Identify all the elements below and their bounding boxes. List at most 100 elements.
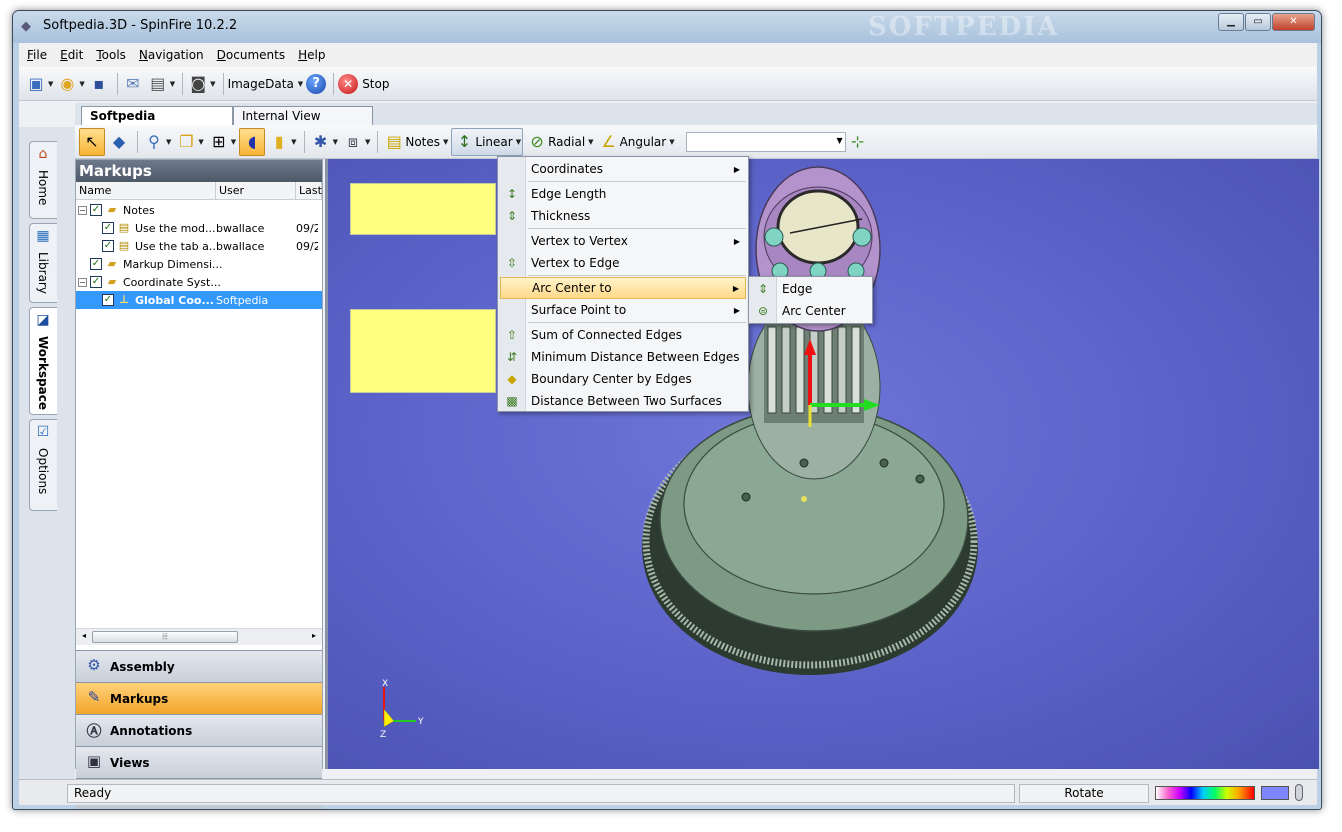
visibility-checkbox[interactable]: ✓ xyxy=(90,258,102,270)
visibility-checkbox[interactable]: ✓ xyxy=(102,294,114,306)
menu-distance-two-surfaces[interactable]: ▩ Distance Between Two Surfaces xyxy=(500,390,746,412)
menu-coordinates[interactable]: Coordinates ▶ xyxy=(500,158,746,180)
shading-button[interactable]: ◖ xyxy=(239,127,266,156)
linear-button[interactable]: ↕ Linear ▼ xyxy=(451,127,524,156)
menu-arc-center-to[interactable]: Arc Center to ▶ xyxy=(500,277,746,299)
view-cube-button[interactable]: ◆ xyxy=(107,128,131,156)
select-tool-button[interactable]: ↖ xyxy=(79,127,105,156)
nav-annotations-button[interactable]: Ⓐ Annotations xyxy=(76,714,322,746)
save-icon: ▪ xyxy=(93,74,105,93)
new-button[interactable]: ▣ ▼ xyxy=(25,71,53,97)
tab-softpedia[interactable]: Softpedia xyxy=(81,106,233,125)
edge-length-icon: ↕ xyxy=(506,187,518,201)
column-last[interactable]: Last xyxy=(296,182,322,199)
visibility-checkbox[interactable]: ✓ xyxy=(102,222,114,234)
scroll-thumb[interactable]: ⦙⦙⦙ xyxy=(92,631,238,643)
imagedata-button[interactable]: ImageData ▼ xyxy=(228,71,304,97)
submenu-edge[interactable]: ⇕ Edge xyxy=(751,278,870,300)
nav-views-button[interactable]: ▣ Views xyxy=(76,746,322,778)
camera-button[interactable]: ◙ ▼ xyxy=(187,71,215,97)
sidetab-library[interactable]: ▦ Library xyxy=(29,223,57,303)
tree-row-coordinate-systems[interactable]: − ✓ ▰ Coordinate Syst... xyxy=(76,273,322,291)
layers-button[interactable]: ❐ ▼ xyxy=(174,128,204,156)
collapse-toggle[interactable]: − xyxy=(78,205,87,215)
visibility-checkbox[interactable]: ✓ xyxy=(102,240,114,252)
menu-edge-length[interactable]: ↕ Edge Length xyxy=(500,183,746,205)
horizontal-scrollbar[interactable]: ◂ ⦙⦙⦙ ▸ xyxy=(76,628,322,645)
tree-row-note-2[interactable]: ✓ ▤ Use the tab a... bwallace 09/2 xyxy=(76,237,322,255)
menu-help[interactable]: Help xyxy=(298,48,325,62)
visibility-checkbox[interactable]: ✓ xyxy=(90,276,102,288)
menu-surface-point-to[interactable]: Surface Point to ▶ xyxy=(500,299,746,321)
sidetab-home[interactable]: ⌂ Home xyxy=(29,141,57,219)
menu-sum-connected-edges[interactable]: ⇧ Sum of Connected Edges xyxy=(500,324,746,346)
menu-boundary-center-edges[interactable]: ◆ Boundary Center by Edges xyxy=(500,368,746,390)
menu-tools[interactable]: Tools xyxy=(96,48,126,62)
explode-icon: ✱ xyxy=(313,132,328,151)
zoom-tool-button[interactable]: ⚲ ▼ xyxy=(142,128,172,156)
explode-button[interactable]: ✱ ▼ xyxy=(309,128,339,156)
angular-button[interactable]: ∠ Angular ▼ xyxy=(597,128,676,156)
column-user[interactable]: User xyxy=(216,182,296,199)
tree-row-notes[interactable]: − ✓ ▰ Notes xyxy=(76,201,322,219)
nav-markups-button[interactable]: ✎ Markups xyxy=(76,682,322,714)
menu-file[interactable]: File xyxy=(27,48,47,62)
menu-edit[interactable]: Edit xyxy=(60,48,83,62)
arc-center-icon: ⊜ xyxy=(757,304,769,318)
menu-documents[interactable]: Documents xyxy=(217,48,285,62)
menu-vertex-to-edge[interactable]: ⇳ Vertex to Edge xyxy=(500,252,746,274)
visibility-checkbox[interactable]: ✓ xyxy=(90,204,102,216)
gear-model[interactable] xyxy=(328,159,1319,769)
arc-edge-icon: ⇕ xyxy=(757,282,769,296)
sidetab-options[interactable]: ☑ Options xyxy=(29,419,57,511)
menu-minimum-distance-edges[interactable]: ⇵ Minimum Distance Between Edges xyxy=(500,346,746,368)
angular-dimension-icon: ∠ xyxy=(601,132,616,151)
menu-navigation[interactable]: Navigation xyxy=(139,48,204,62)
nav-assembly-button[interactable]: ⚙ Assembly xyxy=(76,650,322,682)
scroll-left-icon[interactable]: ◂ xyxy=(77,631,91,640)
tab-internal-view[interactable]: Internal View xyxy=(233,106,373,125)
vertex-edge-icon: ⇳ xyxy=(506,256,518,270)
add-markup-button[interactable]: ⊹ xyxy=(846,128,870,156)
maximize-button[interactable]: ▭ xyxy=(1245,13,1271,31)
status-bar: Ready Rotate xyxy=(19,779,1317,805)
scroll-right-icon[interactable]: ▸ xyxy=(307,631,321,640)
submenu-arc-center[interactable]: ⊜ Arc Center xyxy=(751,300,870,322)
sidetab-workspace[interactable]: ◪ Workspace xyxy=(29,307,57,415)
menu-surface-point-to-label: Surface Point to xyxy=(531,303,627,317)
section-button[interactable]: ⧈ ▼ xyxy=(341,128,371,156)
color-spectrum[interactable] xyxy=(1155,786,1255,800)
stop-button[interactable]: ✕ Stop xyxy=(338,71,389,97)
menu-vertex-to-vertex[interactable]: Vertex to Vertex ▶ xyxy=(500,230,746,252)
print-button[interactable]: ▤ ▼ xyxy=(147,71,175,97)
title-bar[interactable]: ◆ Softpedia.3D - SpinFire 10.2.2 SOFTPED… xyxy=(13,11,1321,43)
menu-thickness[interactable]: ⇕ Thickness xyxy=(500,205,746,227)
layers-icon: ❐ xyxy=(179,132,194,151)
tree-row-note-1[interactable]: ✓ ▤ Use the mod... bwallace 09/2 xyxy=(76,219,322,237)
imagedata-label: ImageData xyxy=(227,76,294,91)
chevron-down-icon: ▼ xyxy=(836,135,843,145)
close-button[interactable]: ✕ xyxy=(1272,13,1315,31)
color-swatch[interactable] xyxy=(1261,786,1289,800)
email-button[interactable]: ✉ xyxy=(122,71,144,97)
help-icon: ? xyxy=(306,73,327,94)
3d-viewport[interactable]: X Y Z xyxy=(325,159,1319,769)
tree-row-global-coordinates[interactable]: ✓ ⊥ Global Coo... Softpedia xyxy=(76,291,322,309)
axis-y-label: Y xyxy=(417,717,424,727)
minimize-button[interactable]: ▁ xyxy=(1218,13,1244,31)
help-button[interactable]: ? xyxy=(306,71,327,97)
open-button[interactable]: ◉ ▼ xyxy=(56,71,84,97)
notes-button[interactable]: ▤ Notes ▼ xyxy=(382,128,449,156)
sidetab-options-label: Options xyxy=(36,448,50,495)
column-name[interactable]: Name xyxy=(76,182,216,199)
save-button[interactable]: ▪ xyxy=(88,71,110,97)
cylinder-icon: ▮ xyxy=(274,132,284,151)
layout-button[interactable]: ⊞ ▼ xyxy=(207,128,237,156)
radial-button[interactable]: ⊘ Radial ▼ xyxy=(525,128,594,156)
tree-row-markup-dimensions[interactable]: ✓ ▰ Markup Dimensi... xyxy=(76,255,322,273)
collapse-toggle[interactable]: − xyxy=(78,277,87,287)
printer-icon: ▤ xyxy=(150,74,166,93)
menu-edge-length-label: Edge Length xyxy=(531,187,607,201)
cylinder-button[interactable]: ▮ ▼ xyxy=(267,128,297,156)
markup-combo[interactable]: ▼ xyxy=(685,131,846,152)
